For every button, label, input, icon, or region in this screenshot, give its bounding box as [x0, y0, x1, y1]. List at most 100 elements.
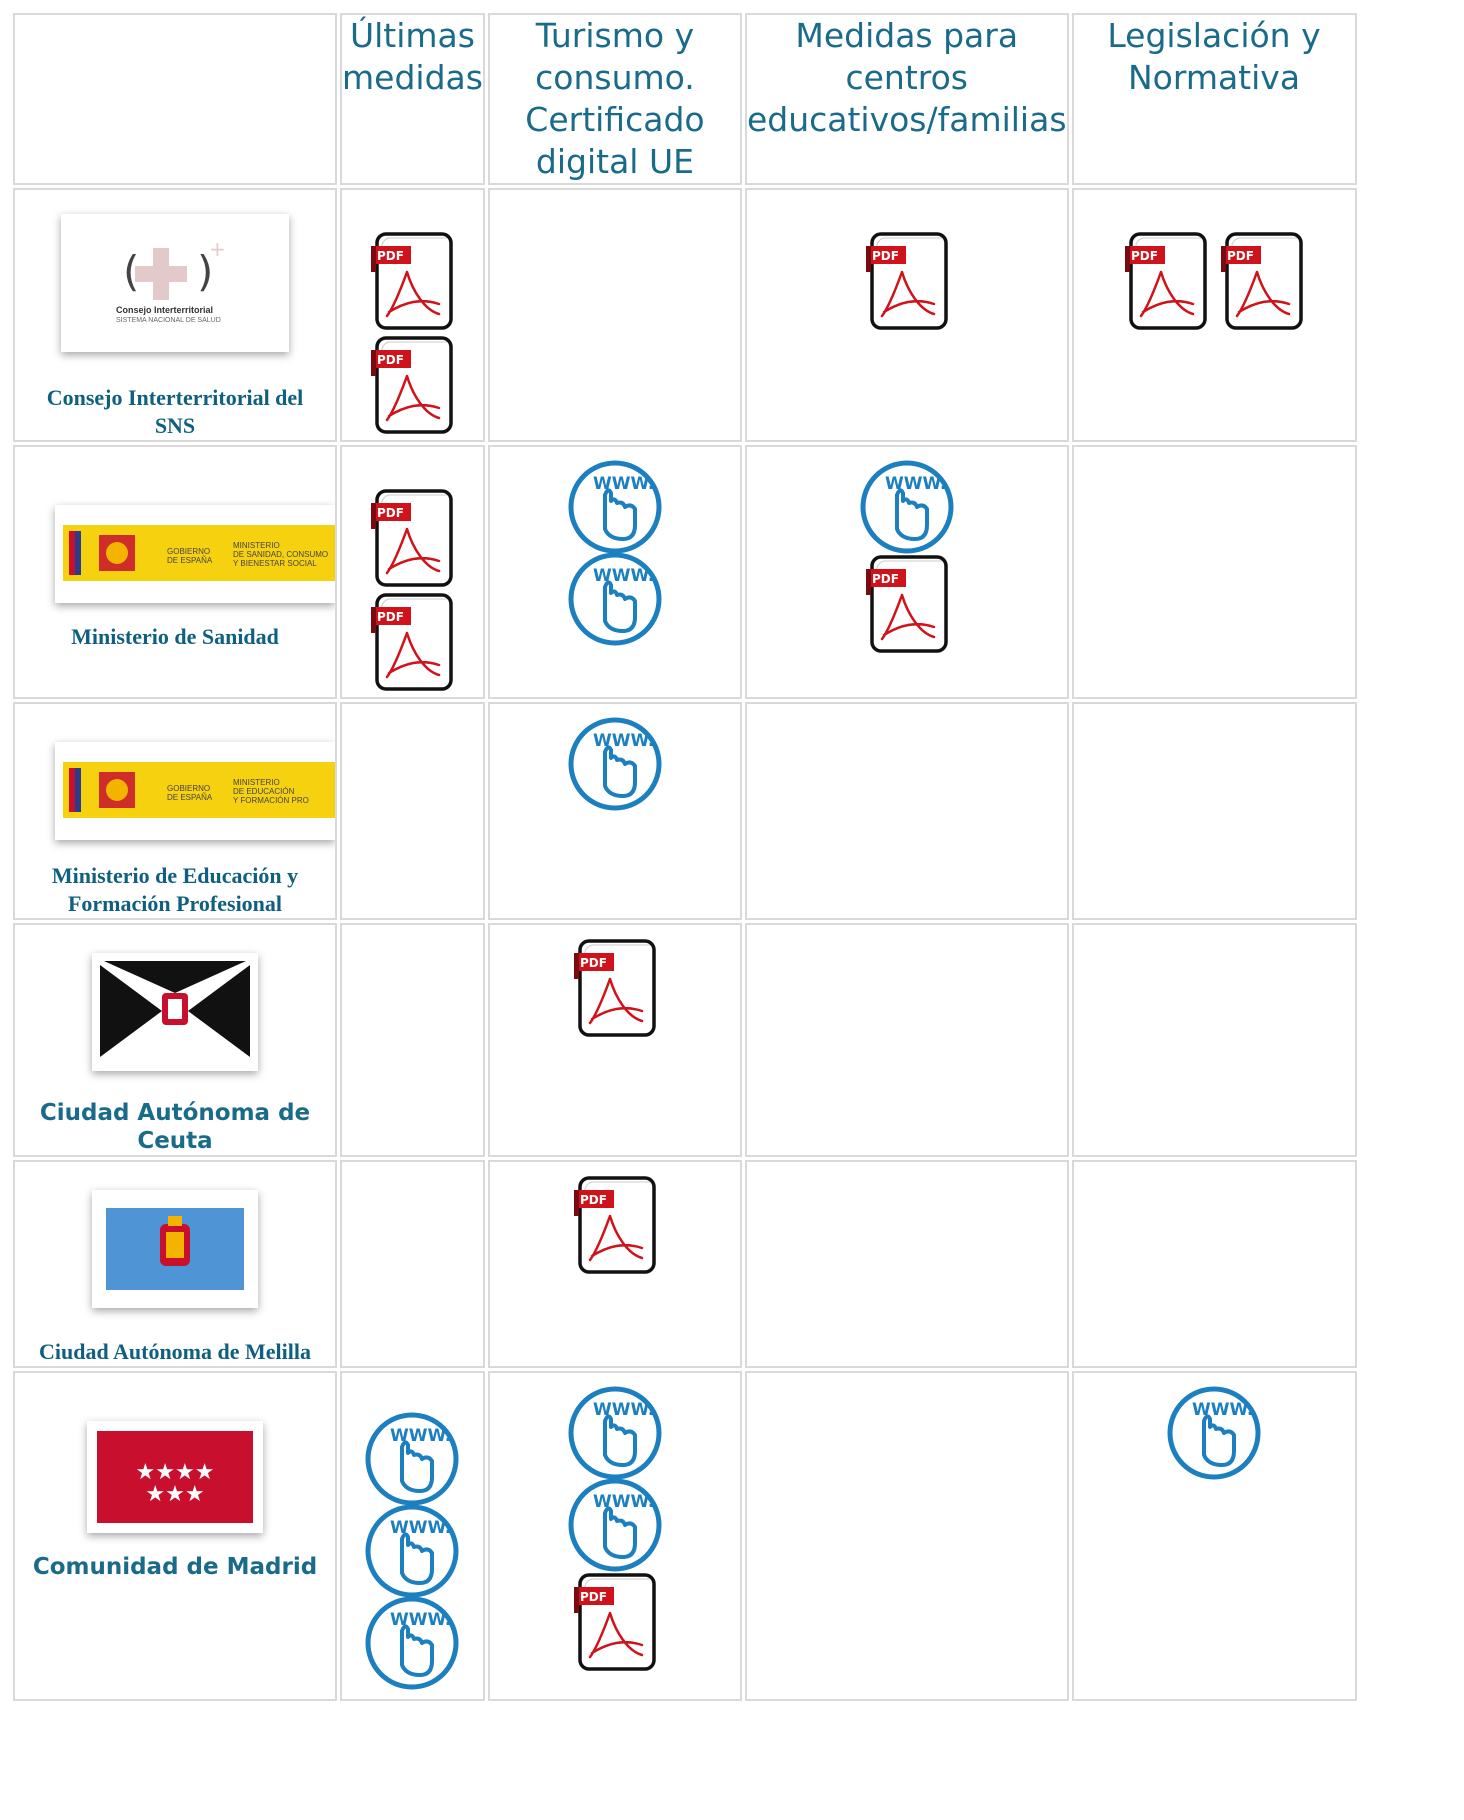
web-link-icon[interactable]: WWW. [565, 1383, 665, 1483]
logo-text: GOBIERNO DE ESPAÑA [167, 547, 213, 565]
cell-centros [744, 1160, 1069, 1368]
svg-text:PDF: PDF [1131, 249, 1158, 263]
svg-text:PDF: PDF [872, 572, 899, 586]
web-link-icon[interactable]: WWW. [1164, 1383, 1264, 1483]
melilla-flag-icon [106, 1208, 244, 1290]
svg-text:WWW.: WWW. [390, 1610, 451, 1630]
pdf-icon[interactable]: PDF [1219, 232, 1305, 332]
entity-name[interactable]: Ministerio de Sanidad [15, 623, 335, 651]
icon-group: PDF PDF [342, 487, 483, 695]
cell-turismo: PDF [487, 1160, 742, 1368]
cell-centros [744, 923, 1069, 1157]
logo-text: Consejo Interterritorial [116, 305, 214, 315]
madrid-flag[interactable]: ★★★★ ★★★ [87, 1421, 263, 1533]
cell-turismo [487, 188, 742, 442]
pdf-icon[interactable]: PDF [572, 1176, 658, 1276]
web-link-icon[interactable]: WWW. [565, 457, 665, 557]
svg-text:PDF: PDF [580, 1590, 607, 1604]
cell-legislacion: WWW. [1071, 1371, 1357, 1701]
pdf-icon[interactable]: PDF [369, 489, 455, 589]
svg-text:PDF: PDF [377, 353, 404, 367]
logo-text: MINISTERIO [233, 778, 280, 787]
svg-text:+: + [209, 237, 226, 261]
madrid-flag-icon: ★★★★ ★★★ [97, 1431, 253, 1523]
icon-group: WWW. [490, 718, 740, 810]
table-row: Ciudad Autónoma de Melilla PDF [13, 1160, 1357, 1368]
web-link-icon[interactable]: WWW. [565, 1475, 665, 1575]
logo-text: DE EDUCACIÓN [233, 787, 295, 796]
entity-cell: Ciudad Autónoma de Melilla [13, 1160, 337, 1368]
cell-centros: WWW. PDF [744, 445, 1069, 699]
web-link-icon[interactable]: WWW. [565, 549, 665, 649]
entity-name[interactable]: Ministerio de Educación y Formación Prof… [15, 862, 335, 918]
web-link-icon[interactable]: WWW. [362, 1593, 462, 1693]
web-link-icon[interactable]: WWW. [565, 714, 665, 814]
icon-group: PDF [490, 1174, 740, 1278]
consejo-emblem-icon: ( ) + [123, 237, 226, 300]
svg-text:WWW.: WWW. [593, 566, 654, 586]
web-link-icon[interactable]: WWW. [362, 1409, 462, 1509]
svg-text:PDF: PDF [377, 506, 404, 520]
cell-turismo: WWW. [487, 702, 742, 920]
cell-ultimas [340, 1160, 485, 1368]
pdf-icon[interactable]: PDF [369, 593, 455, 693]
cell-ultimas [340, 923, 485, 1157]
entity-cell: ★★★★ ★★★ Comunidad de Madrid [13, 1371, 337, 1701]
svg-text:PDF: PDF [580, 956, 607, 970]
cell-centros [744, 702, 1069, 920]
ministerio-sanidad-logo[interactable]: GOBIERNO DE ESPAÑA MINISTERIO DE SANIDAD… [55, 505, 335, 603]
web-link-icon[interactable]: WWW. [857, 457, 957, 557]
melilla-flag[interactable] [92, 1190, 258, 1308]
header-turismo: Turismo y consumo. Certificado digital U… [487, 13, 742, 185]
icon-group: PDF [747, 230, 1067, 334]
svg-text:WWW.: WWW. [593, 1492, 654, 1512]
pdf-icon[interactable]: PDF [572, 1573, 658, 1673]
cell-ultimas: PDF PDF [340, 188, 485, 442]
cell-ultimas [340, 702, 485, 920]
icon-group: PDF PDF [1074, 230, 1355, 334]
entity-name[interactable]: Ciudad Autónoma de Melilla [15, 1338, 335, 1366]
table-row: ( ) + Consejo Interterritorial SISTEMA N… [13, 188, 1357, 442]
cell-centros [744, 1371, 1069, 1701]
header-label: Turismo y consumo. Certificado digital U… [489, 15, 740, 183]
entity-name[interactable]: Ciudad Autónoma de Ceuta [15, 1099, 335, 1155]
pdf-icon[interactable]: PDF [572, 939, 658, 1039]
svg-text:PDF: PDF [1227, 249, 1254, 263]
logo-subtext: SISTEMA NACIONAL DE SALUD [116, 317, 221, 324]
svg-text:PDF: PDF [377, 249, 404, 263]
header-label: Legislación y Normativa [1073, 15, 1355, 99]
icon-group: WWW. PDF [747, 461, 1067, 657]
entity-cell: Ciudad Autónoma de Ceuta [13, 923, 337, 1157]
svg-text:PDF: PDF [872, 249, 899, 263]
entity-name[interactable]: Consejo Interterritorial del SNS [15, 384, 335, 440]
ministerio-educacion-logo[interactable]: GOBIERNO DE ESPAÑA MINISTERIO DE EDUCACI… [55, 742, 335, 840]
ceuta-flag[interactable] [92, 953, 258, 1071]
ceuta-flag-icon [100, 961, 250, 1063]
pdf-icon[interactable]: PDF [369, 336, 455, 436]
svg-text:WWW.: WWW. [593, 1400, 654, 1420]
svg-text:WWW.: WWW. [593, 731, 654, 751]
svg-text:WWW.: WWW. [390, 1426, 451, 1446]
cell-legislacion: PDF PDF [1071, 188, 1357, 442]
icon-group: WWW. WWW. PDF [490, 1387, 740, 1675]
cell-legislacion [1071, 702, 1357, 920]
corner-cell [13, 13, 337, 185]
pdf-icon[interactable]: PDF [1123, 232, 1209, 332]
logo-text: Y BIENESTAR SOCIAL [233, 559, 317, 568]
pdf-icon[interactable]: PDF [369, 232, 455, 332]
svg-text:WWW.: WWW. [593, 474, 654, 494]
cell-turismo: WWW. WWW. PDF [487, 1371, 742, 1701]
svg-text:PDF: PDF [580, 1193, 607, 1207]
logo-text: Y FORMACIÓN PRO [233, 796, 309, 805]
web-link-icon[interactable]: WWW. [362, 1501, 462, 1601]
pdf-icon[interactable]: PDF [863, 232, 950, 332]
header-row: Últimas medidas Turismo y consumo. Certi… [13, 13, 1357, 185]
consejo-logo[interactable]: ( ) + Consejo Interterritorial SISTEMA N… [61, 214, 289, 352]
measures-table: Últimas medidas Turismo y consumo. Certi… [10, 10, 1360, 1704]
pdf-icon[interactable]: PDF [863, 555, 950, 655]
icon-group: WWW. WWW. [490, 461, 740, 645]
entity-name[interactable]: Comunidad de Madrid [15, 1553, 335, 1581]
svg-text:WWW.: WWW. [1192, 1400, 1253, 1420]
cell-turismo: PDF [487, 923, 742, 1157]
logo-text: MINISTERIO [233, 541, 280, 550]
